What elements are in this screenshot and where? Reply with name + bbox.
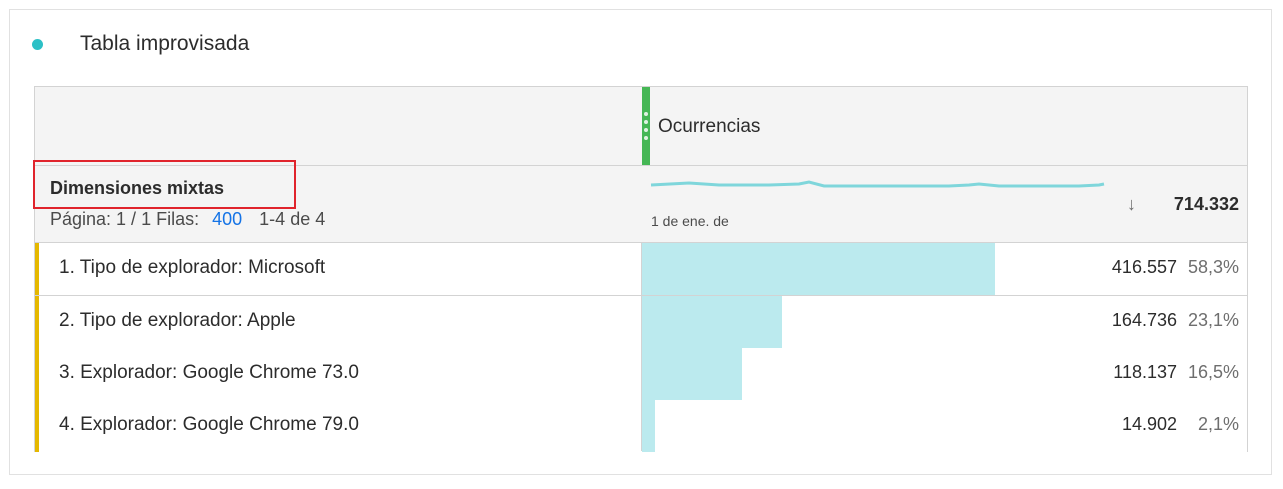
row-label[interactable]: 4. Explorador: Google Chrome 79.0: [59, 414, 359, 436]
row-range: 1-4 de 4: [259, 209, 326, 229]
freeform-table-panel: Tabla improvisada Ocurrencias Dimensione…: [9, 9, 1272, 475]
row-bar: [642, 296, 782, 348]
pager-label: Página: 1 / 1 Filas:: [50, 209, 200, 229]
pagination: Página: 1 / 1 Filas: 400 1-4 de 4: [50, 209, 325, 230]
metric-total: 714.332: [1173, 194, 1239, 214]
dimension-header: Dimensiones mixtas Página: 1 / 1 Filas: …: [33, 160, 1247, 243]
row-accent: [35, 348, 39, 400]
sparkline: [650, 180, 1105, 188]
row-bar: [642, 348, 742, 400]
handle-dot: [644, 128, 648, 132]
row-percent: 16,5%: [1187, 362, 1239, 382]
panel-status-dot: [32, 39, 43, 50]
row-value: 14.902: [1121, 414, 1177, 434]
row-label[interactable]: 3. Explorador: Google Chrome 73.0: [59, 362, 359, 384]
row-accent: [35, 400, 39, 452]
metric-drag-handle[interactable]: [642, 87, 650, 165]
row-percent: 23,1%: [1187, 310, 1239, 330]
handle-dot: [644, 112, 648, 116]
dimension-name[interactable]: Dimensiones mixtas: [50, 178, 224, 199]
freeform-table: Ocurrencias Dimensiones mixtas Página: 1…: [33, 86, 1248, 452]
row-accent: [35, 296, 39, 348]
sparkline-date: 1 de ene. de: [651, 213, 729, 229]
column-divider: [641, 242, 642, 451]
row-value: 416.557: [1111, 257, 1177, 277]
panel-title[interactable]: Tabla improvisada: [80, 32, 249, 56]
row-percent: 2,1%: [1197, 414, 1239, 434]
arrow-down-icon[interactable]: ↓: [1127, 194, 1136, 215]
rows-per-page-link[interactable]: 400: [212, 209, 242, 229]
row-label[interactable]: 1. Tipo de explorador: Microsoft: [59, 257, 325, 279]
metric-header: Ocurrencias: [35, 87, 1247, 166]
row-value: 164.736: [1111, 310, 1177, 330]
row-percent: 58,3%: [1187, 257, 1239, 277]
row-bar: [642, 400, 655, 452]
metric-column-header[interactable]: Ocurrencias: [658, 116, 760, 138]
row-bar: [642, 243, 995, 295]
row-accent: [35, 243, 39, 295]
handle-dot: [644, 136, 648, 140]
row-label[interactable]: 2. Tipo de explorador: Apple: [59, 310, 296, 332]
row-value: 118.137: [1113, 362, 1177, 382]
handle-dot: [644, 120, 648, 124]
